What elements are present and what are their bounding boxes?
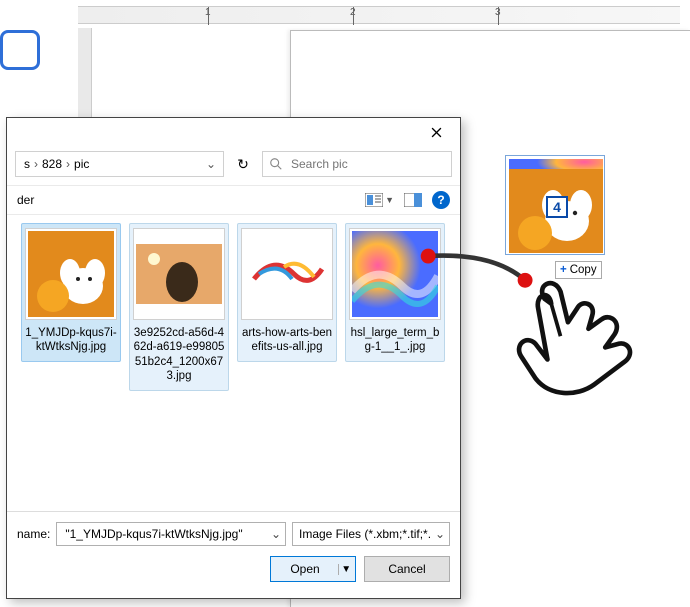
file-item[interactable]: 3e9252cd-a56d-462d-a619-e9980551b2c4_120… xyxy=(129,223,229,391)
open-split-chevron-icon[interactable]: ▼ xyxy=(338,564,354,575)
ruler: 1 2 3 xyxy=(78,6,680,24)
drag-preview: 4 xyxy=(505,155,605,255)
drag-count-badge: 4 xyxy=(546,196,568,218)
breadcrumb[interactable]: s › 828 › pic ⌄ xyxy=(15,151,224,177)
crumb-sep-icon: › xyxy=(32,157,40,171)
search-icon xyxy=(269,157,283,171)
refresh-button[interactable]: ↻ xyxy=(228,151,258,177)
chevron-down-icon[interactable]: ⌄ xyxy=(435,527,445,541)
filename-label: name: xyxy=(17,527,50,541)
preview-pane-icon xyxy=(404,193,422,207)
crumb-parent[interactable]: s xyxy=(22,157,32,171)
search-field[interactable] xyxy=(289,156,448,172)
file-item[interactable]: 1_YMJDp-kqus7i-ktWtksNjg.jpg xyxy=(21,223,121,362)
crumb-sep-icon: › xyxy=(64,157,72,171)
dialog-titlebar xyxy=(7,118,460,147)
view-mode-button[interactable]: ▼ xyxy=(365,193,394,207)
close-button[interactable] xyxy=(416,119,456,147)
breadcrumb-history-icon[interactable]: ⌄ xyxy=(205,157,217,171)
help-button[interactable]: ? xyxy=(432,191,450,209)
cancel-button[interactable]: Cancel xyxy=(364,556,450,582)
thumbnails-icon xyxy=(365,193,383,207)
file-name: hsl_large_term_bg-1__1_.jpg xyxy=(348,326,442,355)
chevron-down-icon: ▼ xyxy=(385,195,394,205)
file-open-dialog: s › 828 › pic ⌄ ↻ der ▼ ? xyxy=(6,117,461,599)
file-name: arts-how-arts-benefits-us-all.jpg xyxy=(240,326,334,355)
filename-input[interactable] xyxy=(63,526,267,542)
preview-pane-button[interactable] xyxy=(404,193,422,207)
open-button[interactable]: Open ▼ xyxy=(270,556,356,582)
file-name: 3e9252cd-a56d-462d-a619-e9980551b2c4_120… xyxy=(132,326,226,384)
file-thumbnail xyxy=(241,228,333,320)
plus-icon: + xyxy=(560,264,567,276)
file-thumbnail xyxy=(133,228,225,320)
filetype-combo[interactable]: Image Files (*.xbm;*.tif;*.pjp;*.a ⌄ xyxy=(292,522,450,546)
file-name: 1_YMJDp-kqus7i-ktWtksNjg.jpg xyxy=(24,326,118,355)
crumb-mid[interactable]: 828 xyxy=(40,157,64,171)
file-thumbnail xyxy=(25,228,117,320)
toolbar-left-fragment[interactable]: der xyxy=(17,193,34,207)
drop-action-label: Copy xyxy=(570,264,597,276)
drop-action-tooltip: + Copy xyxy=(555,261,602,279)
chevron-down-icon[interactable]: ⌄ xyxy=(271,527,281,541)
filetype-value: Image Files (*.xbm;*.tif;*.pjp;*.a xyxy=(299,527,431,541)
file-item[interactable]: hsl_large_term_bg-1__1_.jpg xyxy=(345,223,445,362)
filename-combo[interactable]: ⌄ xyxy=(56,522,286,546)
file-thumbnail xyxy=(349,228,441,320)
selection-handle xyxy=(0,30,40,70)
file-item[interactable]: arts-how-arts-benefits-us-all.jpg xyxy=(237,223,337,362)
crumb-current[interactable]: pic xyxy=(72,157,91,171)
search-input[interactable] xyxy=(262,151,452,177)
open-button-label: Open xyxy=(272,562,337,576)
file-list[interactable]: 1_YMJDp-kqus7i-ktWtksNjg.jpg 3e9252cd-a5… xyxy=(7,215,460,511)
